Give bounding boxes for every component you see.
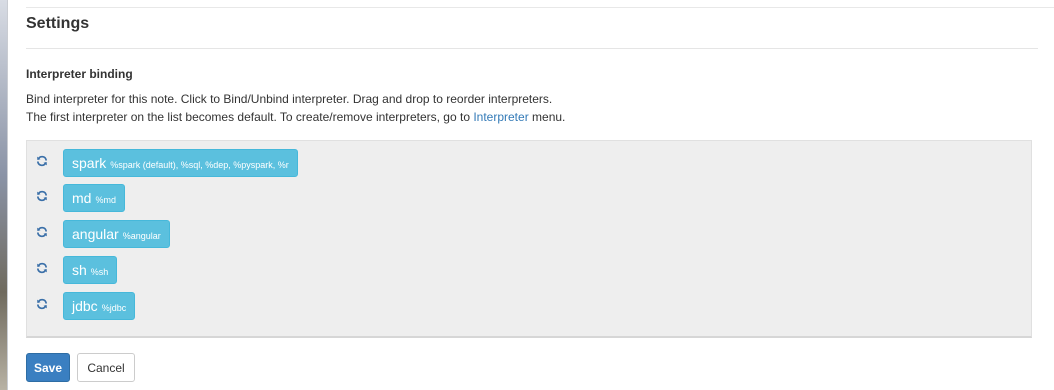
interpreter-button-md[interactable]: md %md [63, 184, 125, 212]
interpreter-aliases: %jdbc [101, 303, 127, 313]
top-rule [26, 7, 1054, 8]
interpreter-row-angular: angular %angular [35, 220, 170, 248]
interpreter-row-sh: sh %sh [35, 256, 118, 284]
interpreter-aliases: %md [95, 195, 116, 205]
settings-panel: Settings Interpreter binding Bind interp… [8, 0, 1054, 390]
interpreter-aliases: %sh [90, 267, 109, 277]
help-text-suffix: menu. [528, 110, 566, 124]
help-text-line-1: Bind interpreter for this note. Click to… [26, 92, 553, 106]
interpreter-name: md [72, 190, 92, 206]
interpreter-name: spark [72, 155, 107, 171]
interpreter-aliases: %spark (default), %sql, %dep, %pyspark, … [110, 160, 289, 170]
interpreter-menu-link[interactable]: Interpreter [473, 110, 528, 124]
refresh-icon[interactable] [35, 154, 49, 168]
interpreter-button-jdbc[interactable]: jdbc %jdbc [63, 292, 136, 320]
title-divider [26, 48, 1038, 49]
help-text-prefix: The first interpreter on the list become… [26, 110, 474, 124]
interpreter-row-md: md %md [35, 184, 125, 212]
interpreter-binding-list: spark %spark (default), %sql, %dep, %pys… [26, 140, 1032, 338]
interpreter-row-spark: spark %spark (default), %sql, %dep, %pys… [35, 149, 298, 177]
interpreter-row-jdbc: jdbc %jdbc [35, 292, 136, 320]
interpreter-aliases: %angular [122, 231, 161, 241]
page-title: Settings [26, 15, 90, 32]
window-edge [0, 0, 8, 390]
interpreter-name: angular [72, 226, 119, 242]
interpreter-name: jdbc [72, 298, 98, 314]
interpreter-button-sh[interactable]: sh %sh [63, 256, 118, 284]
refresh-icon[interactable] [35, 297, 49, 311]
section-title: Interpreter binding [26, 67, 133, 81]
help-text-line-2: The first interpreter on the list become… [26, 110, 565, 124]
interpreter-name: sh [72, 262, 87, 278]
cancel-button[interactable]: Cancel [77, 353, 135, 382]
refresh-icon[interactable] [35, 225, 49, 239]
refresh-icon[interactable] [35, 189, 49, 203]
interpreter-button-spark[interactable]: spark %spark (default), %sql, %dep, %pys… [63, 149, 298, 177]
refresh-icon[interactable] [35, 261, 49, 275]
interpreter-button-angular[interactable]: angular %angular [63, 220, 170, 248]
save-button[interactable]: Save [26, 353, 70, 382]
